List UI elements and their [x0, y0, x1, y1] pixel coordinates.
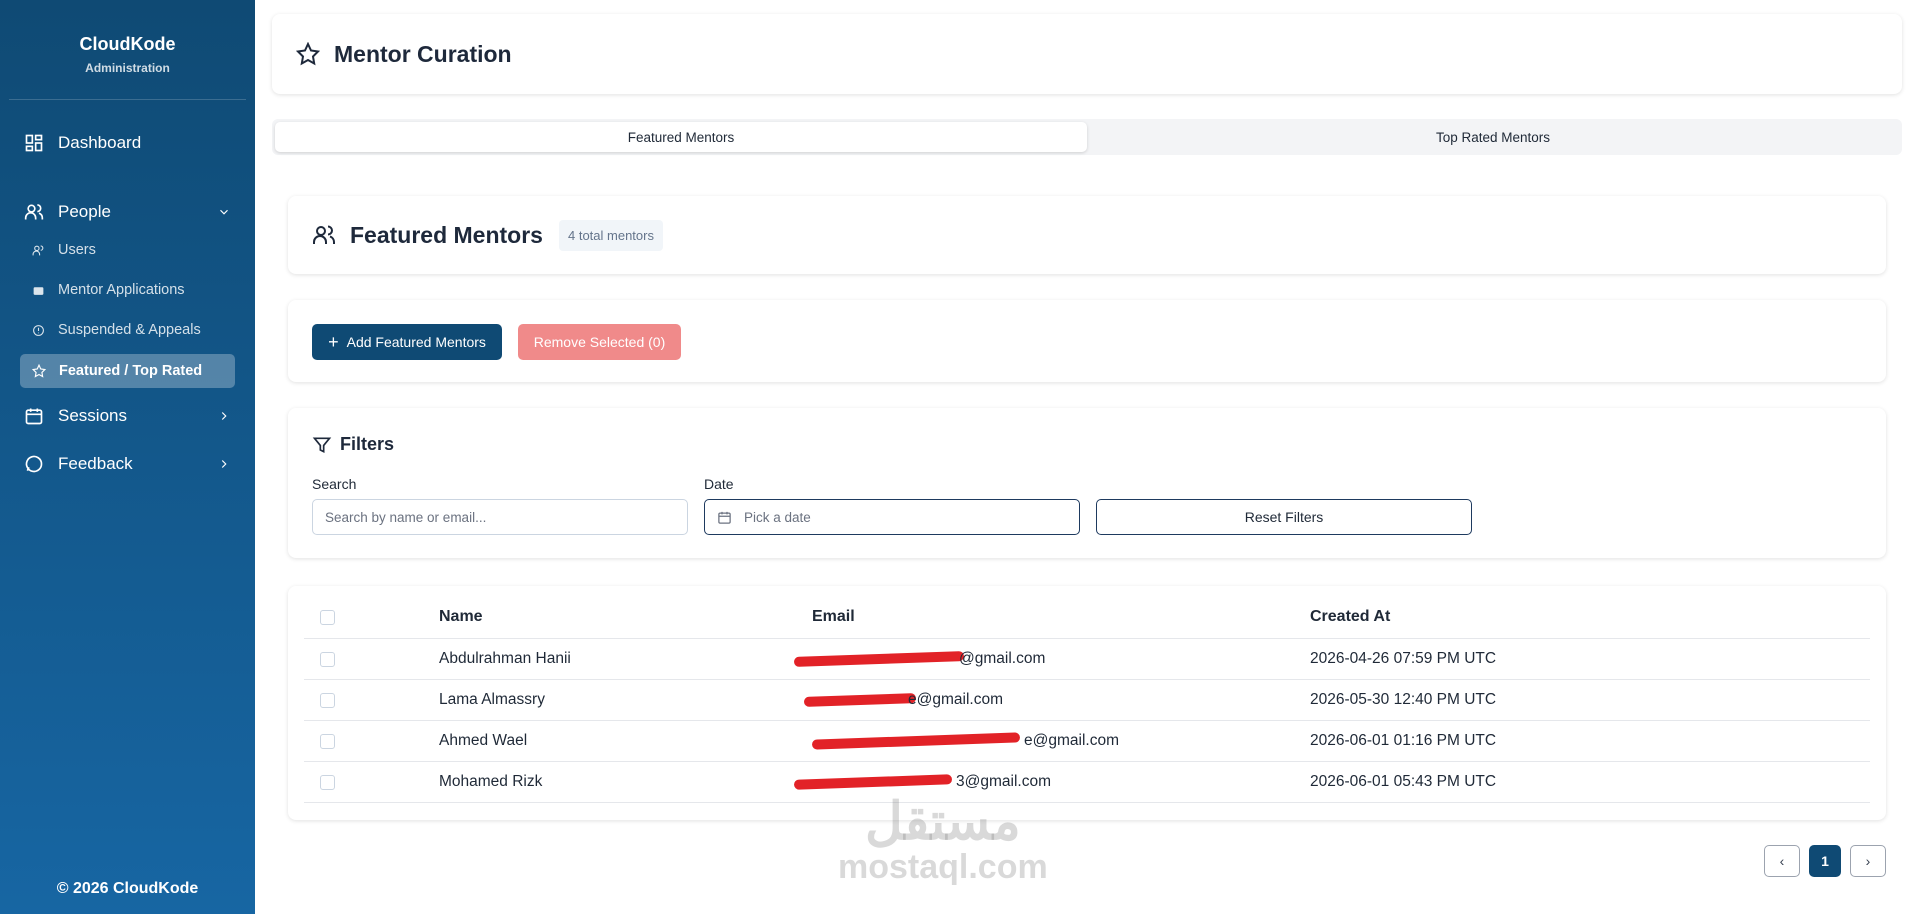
users-icon	[24, 204, 44, 220]
chevron-right-icon	[221, 412, 227, 420]
plus-icon: +	[328, 331, 339, 352]
mentor-email: @gmail.com	[959, 650, 1046, 667]
users-icon	[313, 225, 335, 244]
mentors-table-card: Name Email Created At Abdulrahman Hanii …	[288, 586, 1886, 820]
table-row: Mohamed Rizk 3@gmail.com 2026-06-01 05:4…	[304, 762, 1870, 803]
mentor-name: Abdulrahman Hanii	[439, 650, 571, 667]
sidebar-footer: © 2026 CloudKode	[56, 880, 199, 897]
nav-dashboard-label: Dashboard	[58, 133, 142, 152]
filters-card: Filters Search Search by name or email..…	[288, 408, 1886, 558]
star-icon	[32, 364, 46, 378]
watermark-arabic: مستقل	[865, 793, 1021, 851]
star-icon	[296, 42, 320, 66]
nav-mentor-applications-label: Mentor Applications	[58, 282, 185, 298]
tab-top-rated-mentors[interactable]: Top Rated Mentors	[1087, 122, 1899, 152]
watermark-latin: mostaql.com	[838, 848, 1048, 886]
mentor-created: 2026-06-01 01:16 PM UTC	[1310, 732, 1497, 749]
date-picker[interactable]: Pick a date	[704, 499, 1080, 535]
header-created: Created At	[1310, 608, 1391, 625]
reset-filters-button[interactable]: Reset Filters	[1096, 499, 1472, 535]
row-checkbox[interactable]	[320, 733, 335, 749]
remove-selected-button[interactable]: Remove Selected (0)	[518, 324, 681, 360]
nav-people[interactable]: People	[24, 202, 231, 222]
calendar-icon	[25, 408, 43, 425]
select-all-checkbox[interactable]	[320, 609, 335, 625]
nav-dashboard[interactable]: Dashboard	[24, 133, 231, 153]
count-badge: 4 total mentors	[558, 219, 663, 251]
add-featured-mentors-label: Add Featured Mentors	[346, 334, 486, 350]
users-icon	[32, 244, 44, 255]
nav-users[interactable]: Users	[32, 242, 96, 258]
search-placeholder: Search by name or email...	[325, 509, 487, 525]
actions-card: + Add Featured Mentors Remove Selected (…	[288, 300, 1886, 382]
redaction-mark	[803, 693, 917, 707]
file-icon	[33, 286, 44, 295]
mentor-email: 3@gmail.com	[956, 773, 1051, 790]
row-checkbox[interactable]	[320, 651, 335, 667]
redaction-mark	[811, 732, 1021, 750]
nav-sessions-label: Sessions	[58, 406, 127, 425]
nav-featured[interactable]: Featured / Top Rated	[20, 354, 235, 388]
mentor-email: e@gmail.com	[908, 691, 1003, 708]
nav-feedback-label: Feedback	[58, 454, 133, 473]
header-name: Name	[439, 608, 483, 625]
table-row: Lama Almassry e@gmail.com 2026-05-30 12:…	[304, 680, 1870, 721]
dashboard-icon	[25, 134, 43, 152]
section-title: Featured Mentors	[350, 221, 543, 248]
header-email: Email	[812, 608, 855, 625]
nav-mentor-applications[interactable]: Mentor Applications	[32, 282, 185, 298]
mentor-created: 2026-05-30 12:40 PM UTC	[1310, 691, 1497, 708]
search-input[interactable]: Search by name or email...	[312, 499, 688, 535]
filter-icon	[312, 437, 332, 453]
table-header-row: Name Email Created At	[304, 596, 1870, 639]
watermark: مستقل mostaql.com	[838, 795, 1048, 885]
featured-mentors-header: Featured Mentors 4 total mentors	[288, 196, 1886, 274]
mentors-table: Name Email Created At Abdulrahman Hanii …	[304, 596, 1870, 803]
calendar-icon	[718, 511, 731, 524]
tab-featured-mentors[interactable]: Featured Mentors	[275, 122, 1087, 152]
mentor-email: e@gmail.com	[1024, 732, 1119, 749]
nav-suspended-label: Suspended & Appeals	[58, 322, 201, 338]
message-circle-icon	[25, 455, 43, 473]
nav-sessions[interactable]: Sessions	[24, 406, 231, 426]
add-featured-mentors-button[interactable]: + Add Featured Mentors	[312, 324, 502, 360]
row-checkbox[interactable]	[320, 692, 335, 708]
mentor-name: Ahmed Wael	[439, 732, 528, 749]
mentor-name: Mohamed Rizk	[439, 773, 543, 790]
nav-featured-label: Featured / Top Rated	[59, 363, 203, 379]
row-checkbox[interactable]	[320, 774, 335, 790]
tab-list: Featured Mentors Top Rated Mentors	[272, 119, 1902, 155]
page-header: Mentor Curation	[272, 14, 1902, 94]
brand-subtitle: Administration	[85, 61, 170, 75]
brand-title: CloudKode	[79, 34, 176, 54]
table-row: Ahmed Wael e@gmail.com 2026-06-01 01:16 …	[304, 721, 1870, 762]
page-1-button[interactable]: 1	[1809, 845, 1841, 877]
mentor-name: Lama Almassry	[439, 691, 545, 708]
nav-people-label: People	[58, 202, 111, 221]
filters-heading: Filters	[312, 434, 394, 455]
filters-title: Filters	[340, 434, 395, 454]
alert-circle-icon	[33, 324, 44, 336]
chevron-right-icon	[221, 460, 227, 468]
nav-suspended[interactable]: Suspended & Appeals	[32, 322, 201, 338]
remove-selected-label: Remove Selected (0)	[533, 334, 666, 350]
chevron-down-icon	[220, 209, 228, 215]
redaction-mark	[793, 774, 953, 790]
page-title: Mentor Curation	[334, 40, 512, 67]
prev-page-button[interactable]: ‹	[1764, 845, 1800, 877]
nav-users-label: Users	[58, 242, 96, 258]
redaction-mark	[793, 651, 965, 667]
date-label: Date	[704, 476, 734, 492]
mentor-created: 2026-06-01 05:43 PM UTC	[1310, 773, 1497, 790]
nav-feedback[interactable]: Feedback	[24, 454, 231, 474]
next-page-button[interactable]: ›	[1850, 845, 1886, 877]
table-row: Abdulrahman Hanii @gmail.com 2026-04-26 …	[304, 639, 1870, 680]
search-label: Search	[312, 476, 357, 492]
mentor-created: 2026-04-26 07:59 PM UTC	[1310, 650, 1497, 667]
sidebar: CloudKode Administration Dashboard Peopl…	[0, 0, 255, 914]
brand: CloudKode Administration	[9, 0, 246, 100]
date-placeholder: Pick a date	[744, 509, 811, 525]
